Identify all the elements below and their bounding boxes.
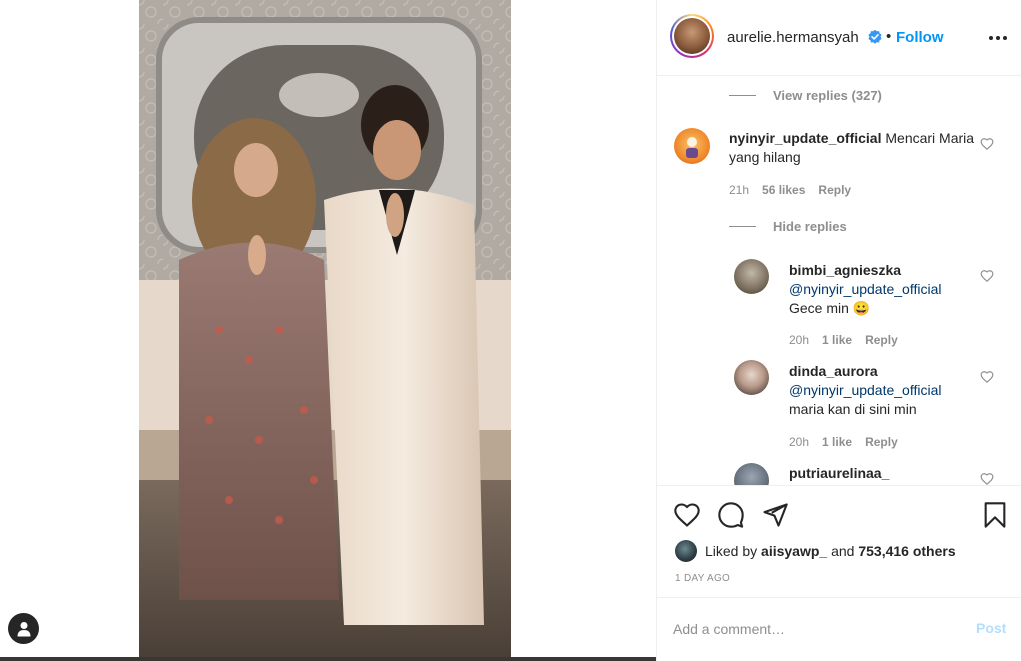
liker-username[interactable]: aiisyawp_	[761, 543, 827, 559]
author-avatar-image	[674, 18, 710, 54]
user-icon	[17, 621, 30, 636]
likes-others-link[interactable]: 753,416 others	[858, 543, 955, 559]
verified-icon	[868, 29, 882, 44]
post-photo[interactable]	[139, 0, 511, 658]
author-avatar[interactable]	[670, 14, 714, 58]
header-separator: •	[886, 28, 892, 45]
share-icon[interactable]	[761, 501, 789, 529]
hide-replies-button[interactable]: Hide replies	[773, 219, 847, 234]
heart-icon[interactable]	[673, 501, 701, 529]
comment-icon[interactable]	[717, 501, 745, 529]
heart-icon[interactable]	[980, 269, 994, 283]
reply-avatar[interactable]	[734, 463, 769, 485]
likes-summary: Liked by aiisyawp_ and 753,416 others	[675, 540, 956, 562]
more-options-icon[interactable]	[987, 28, 1009, 48]
likes-prefix: Liked by	[705, 543, 758, 559]
comment-avatar-figure	[686, 137, 698, 158]
post-side-panel: aurelie.hermansyah • Follow View replies…	[656, 0, 1021, 661]
reply-body: putriaurelinaa_	[789, 464, 979, 483]
comment-body: nyinyir_update_official Mencari Maria ya…	[729, 129, 979, 167]
post-comment-button[interactable]: Post	[976, 620, 1006, 636]
reply-body: bimbi_agnieszka @nyinyir_update_official…	[789, 261, 979, 318]
reply-text: maria kan di sini min	[789, 401, 917, 417]
reply-time: 20h	[789, 333, 810, 347]
likes-conj: and	[831, 543, 855, 559]
author-avatar-frame	[672, 16, 712, 56]
comment-username[interactable]: nyinyir_update_official	[729, 130, 881, 146]
reply-mention-link[interactable]: @nyinyir_update_official	[789, 382, 942, 398]
reply-mention-link[interactable]: @nyinyir_update_official	[789, 281, 942, 297]
reply-avatar[interactable]	[734, 259, 769, 294]
reply-username[interactable]: bimbi_agnieszka	[789, 262, 901, 278]
view-replies-button[interactable]: View replies (327)	[773, 88, 882, 103]
heart-icon[interactable]	[980, 370, 994, 384]
reply-username[interactable]: putriaurelinaa_	[789, 465, 889, 481]
reply-reply-button[interactable]: Reply	[865, 435, 898, 449]
comment-form: Post	[657, 597, 1021, 661]
follow-button[interactable]: Follow	[896, 29, 944, 46]
reply-body: dinda_aurora @nyinyir_update_official ma…	[789, 362, 979, 419]
comments-list[interactable]: View replies (327) nyinyir_update_offici…	[657, 77, 1021, 485]
comment-avatar[interactable]	[674, 128, 710, 164]
post-actions: Liked by aiisyawp_ and 753,416 others 1 …	[657, 485, 1021, 597]
likes-text: Liked by aiisyawp_ and 753,416 others	[705, 543, 956, 559]
reply-line	[729, 226, 756, 227]
media-area	[0, 0, 656, 661]
heart-icon[interactable]	[980, 137, 994, 151]
reply-meta: 20h 1 like Reply	[789, 333, 898, 347]
reply-text: Gece min 😀	[789, 300, 871, 316]
reply-line	[729, 95, 756, 96]
heart-icon[interactable]	[980, 472, 994, 485]
reply-username[interactable]: dinda_aurora	[789, 363, 878, 379]
reply-avatar[interactable]	[734, 360, 769, 395]
user-tag-button[interactable]	[8, 613, 39, 644]
reply-time: 20h	[789, 435, 810, 449]
post-header: aurelie.hermansyah • Follow	[657, 0, 1021, 76]
comment-likes[interactable]: 56 likes	[762, 183, 805, 197]
reply-reply-button[interactable]: Reply	[865, 333, 898, 347]
comment-meta: 21h 56 likes Reply	[729, 183, 851, 197]
comment-time: 21h	[729, 183, 750, 197]
comment-reply-button[interactable]: Reply	[818, 183, 851, 197]
comment-input[interactable]	[673, 618, 943, 640]
post-photo-illustration	[139, 0, 511, 658]
liker-avatar[interactable]	[675, 540, 697, 562]
reply-meta: 20h 1 like Reply	[789, 435, 898, 449]
post-timestamp[interactable]: 1 DAY AGO	[675, 573, 730, 584]
author-username[interactable]: aurelie.hermansyah	[727, 29, 859, 46]
reply-likes[interactable]: 1 like	[822, 435, 852, 449]
reply-likes[interactable]: 1 like	[822, 333, 852, 347]
bookmark-icon[interactable]	[981, 501, 1009, 529]
